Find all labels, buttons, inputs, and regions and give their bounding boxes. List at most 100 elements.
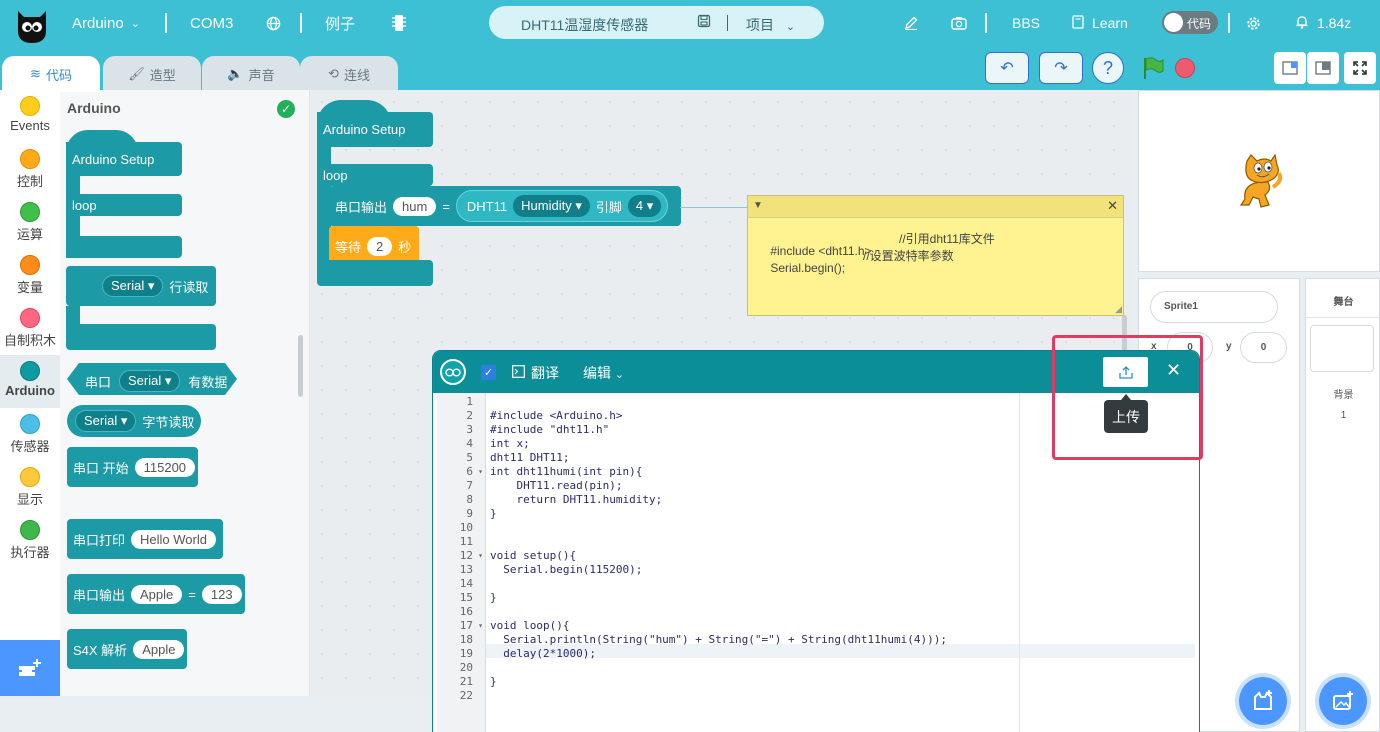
line-number: 22 — [459, 689, 473, 702]
block-text: 字节读取 — [142, 414, 195, 430]
tab-code[interactable]: ≋ 代码 — [2, 56, 100, 92]
key-input[interactable]: hum — [393, 196, 437, 216]
code-line: void loop(){ — [490, 619, 570, 632]
project-menu[interactable]: 项目 ⌄ — [746, 15, 795, 35]
block-serial-readline[interactable]: Serial ▾ 行读取 — [66, 266, 216, 352]
baud-input[interactable]: 115200 — [134, 457, 196, 477]
camera-icon[interactable] — [951, 0, 967, 46]
pin-dropdown[interactable]: 4 ▾ — [627, 195, 662, 217]
key-input[interactable]: Apple — [131, 584, 183, 604]
fullscreen-icon[interactable] — [1344, 52, 1376, 84]
close-icon[interactable]: ✕ — [1107, 198, 1118, 214]
version-indicator[interactable]: 1.84z — [1296, 0, 1351, 46]
resize-handle-icon[interactable]: ◢ — [1115, 304, 1122, 315]
add-sprite-button[interactable] — [1239, 677, 1287, 725]
block-s4x-parse[interactable]: S4X 解析 Apple — [67, 629, 187, 669]
code-line: Serial.begin(115200); — [490, 563, 643, 576]
fold-toggle-icon[interactable]: ▾ — [478, 619, 483, 633]
equals-text: = — [442, 198, 450, 214]
serial-dropdown[interactable]: Serial ▾ — [102, 275, 164, 297]
redo-button[interactable]: ↷ — [1039, 52, 1083, 84]
block-arduino-setup[interactable]: Arduino Setup loop — [66, 130, 184, 258]
palette-scrollbar[interactable] — [298, 335, 303, 397]
divider — [727, 15, 728, 31]
category-my-blocks[interactable]: 自制积木 — [0, 302, 60, 355]
code-line: } — [490, 507, 497, 520]
tab-wiring[interactable]: ⟲ 连线 — [300, 56, 398, 92]
serial-dropdown[interactable]: Serial ▾ — [75, 410, 137, 432]
block-serial-output[interactable]: 串口输出 Apple = 123 — [67, 574, 245, 614]
category-operators[interactable]: 运算 — [0, 196, 60, 249]
add-backdrop-button[interactable] — [1319, 677, 1367, 725]
category-variables[interactable]: 变量 — [0, 249, 60, 302]
block-serial-readbyte[interactable]: Serial ▾ 字节读取 — [67, 405, 201, 437]
value-input[interactable]: 123 — [201, 584, 242, 604]
learn-link[interactable]: Learn — [1072, 0, 1128, 46]
dht-field-dropdown[interactable]: Humidity ▾ — [513, 195, 590, 217]
stop-icon[interactable] — [1175, 58, 1195, 78]
code-comment-note[interactable]: ▼ ✕ #include <dht11.h> //引用dht11库文件 Seri… — [747, 195, 1124, 316]
cat-sprite-image[interactable] — [1233, 153, 1285, 212]
large-stage-icon[interactable] — [1307, 52, 1339, 84]
port-selector[interactable]: COM3 — [190, 0, 233, 46]
print-text-input[interactable]: Hello World — [131, 529, 216, 549]
line-number: 2 — [466, 409, 473, 422]
block-text: 引脚 — [595, 199, 622, 215]
category-display[interactable]: 显示 — [0, 461, 60, 514]
undo-button[interactable]: ↶ — [985, 52, 1029, 84]
sync-checkbox[interactable]: ✓ — [481, 365, 496, 380]
note-comment: //设置波特率参数 — [863, 249, 954, 263]
category-control[interactable]: 控制 — [0, 143, 60, 196]
line-number: 1 — [466, 395, 473, 408]
category-actuators[interactable]: 执行器 — [0, 514, 60, 567]
edit-menu[interactable]: 编辑 ⌄ — [583, 363, 624, 383]
globe-icon[interactable] — [266, 0, 281, 46]
backdrop-thumbnail[interactable] — [1310, 325, 1374, 372]
category-sensors[interactable]: 传感器 — [0, 408, 60, 461]
upload-tooltip: 上传 — [1104, 394, 1148, 433]
stage-canvas[interactable] — [1138, 90, 1380, 272]
code-line: int dht11humi(int pin){ — [490, 465, 643, 478]
gear-icon[interactable] — [1246, 0, 1261, 46]
app-logo[interactable] — [14, 3, 50, 43]
project-name-field[interactable]: DHT11温湿度传感器 — [521, 15, 648, 35]
add-extension-button[interactable] — [0, 640, 60, 696]
board-selector[interactable]: Arduino ⌄ — [72, 0, 140, 46]
tab-costumes[interactable]: 🖌 造型 — [103, 56, 201, 92]
code-line: #include "dht11.h" — [490, 423, 610, 436]
collapse-icon[interactable]: ▼ — [753, 200, 763, 211]
bbs-link[interactable]: BBS — [1012, 0, 1040, 46]
category-dot — [20, 149, 40, 169]
green-flag-icon[interactable] — [1142, 56, 1164, 83]
script-arduino-setup[interactable]: Arduino Setup loop 串口输出 hum = DHT11 Humi… — [317, 100, 687, 286]
fold-toggle-icon[interactable]: ▾ — [478, 465, 483, 479]
serial-dropdown[interactable]: Serial ▾ — [119, 370, 181, 392]
block-dht11-reporter[interactable]: DHT11 Humidity ▾ 引脚 4 ▾ — [455, 190, 669, 222]
fold-toggle-icon[interactable]: ▾ — [478, 549, 483, 563]
wait-seconds-input[interactable]: 2 — [367, 236, 393, 256]
examples-menu[interactable]: 例子 — [325, 0, 355, 46]
chip-icon[interactable] — [392, 0, 406, 46]
code-mode-toggle[interactable]: 代码 — [1162, 11, 1218, 34]
help-icon[interactable]: ? — [1092, 52, 1124, 84]
line-number: 7 — [466, 479, 473, 492]
y-input[interactable]: 0 — [1240, 332, 1287, 363]
sprite-name-field[interactable]: Sprite1 — [1150, 291, 1278, 323]
divider — [300, 13, 302, 33]
block-serial-output-hum[interactable]: 串口输出 hum = DHT11 Humidity ▾ 引脚 4 ▾ — [329, 186, 681, 226]
line-number: 18 — [459, 633, 473, 646]
code-line: return DHT11.humidity; — [490, 493, 663, 506]
block-serial-print[interactable]: 串口打印 Hello World — [67, 519, 223, 559]
port-label: COM3 — [190, 14, 234, 32]
block-serial-available[interactable]: 串口 Serial ▾ 有数据 — [67, 363, 237, 395]
category-events[interactable]: Events — [0, 90, 60, 143]
parse-input[interactable]: Apple — [133, 639, 185, 659]
category-arduino[interactable]: Arduino — [0, 355, 60, 408]
code-tab-icon: ≋ — [30, 66, 41, 81]
pencil-icon[interactable] — [904, 0, 918, 46]
block-serial-begin[interactable]: 串口 开始 115200 — [67, 447, 198, 487]
translate-button[interactable]: 翻译 — [512, 363, 559, 383]
tab-sounds[interactable]: 🔈 声音 — [202, 56, 300, 92]
small-stage-icon[interactable] — [1274, 52, 1306, 84]
save-icon[interactable] — [697, 14, 711, 31]
